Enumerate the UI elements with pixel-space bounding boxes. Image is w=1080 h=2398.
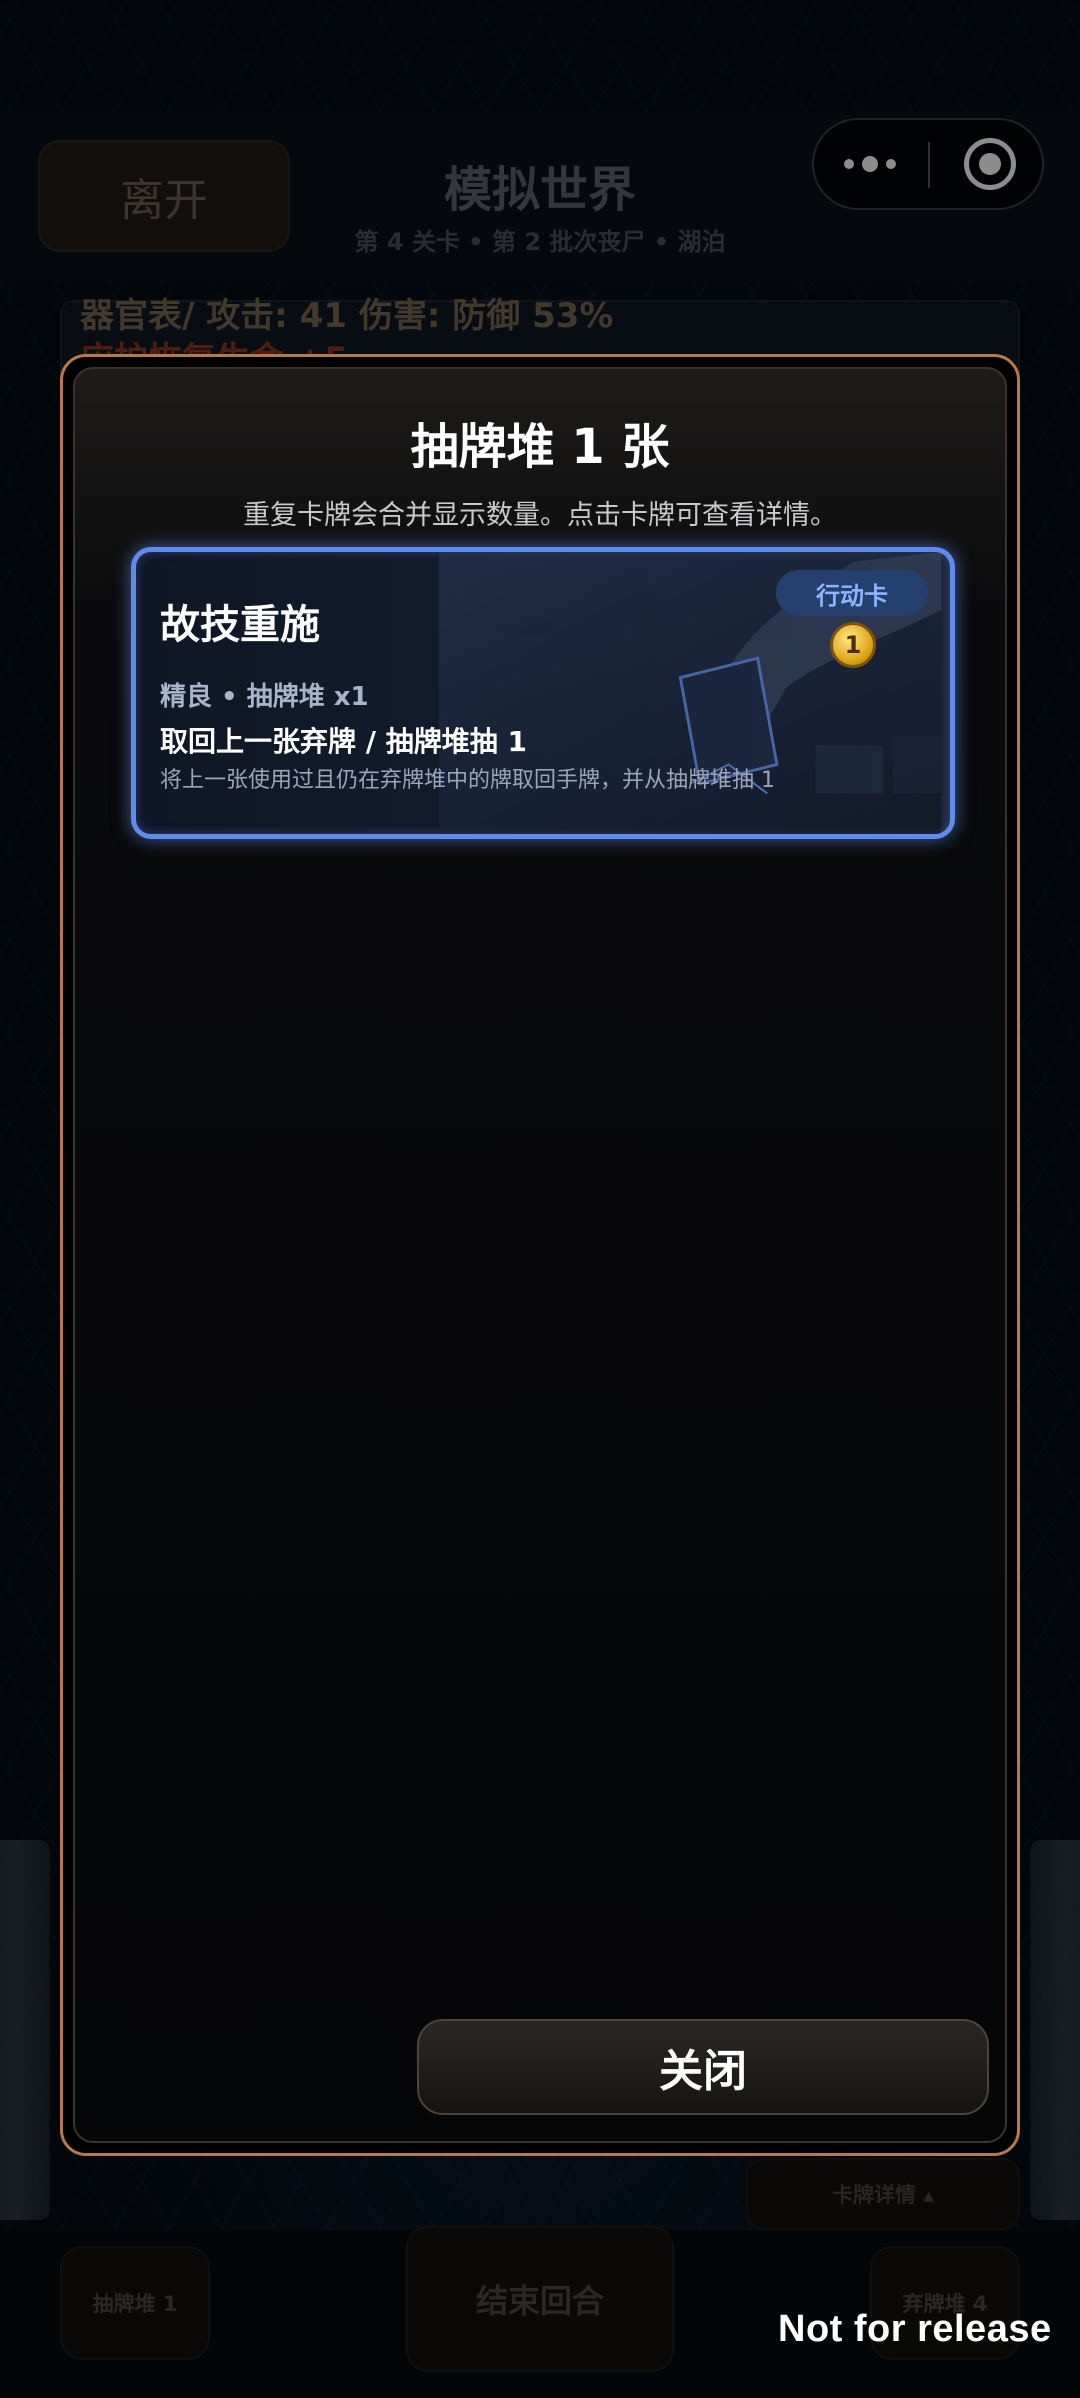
modal-hint: 重复卡牌会合并显示数量。点击卡牌可查看详情。	[243, 500, 837, 531]
modal-title: 抽牌堆 1 张	[410, 419, 670, 475]
card-name: 故技重施	[160, 602, 320, 648]
energy-cost-coin-icon: 1	[830, 622, 876, 668]
card-tile[interactable]: 故技重施 行动卡 1 精良 • 抽牌堆 x1 取回上一张弃牌 / 抽牌堆抽 1 …	[131, 547, 955, 839]
game-screen: 器官表/ 攻击: 41 伤害: 防御 53% 应护恢复生命 +5 离开 模拟世界…	[0, 0, 1080, 2398]
close-button[interactable]: 关闭	[417, 2019, 989, 2115]
card-effect-summary: 取回上一张弃牌 / 抽牌堆抽 1	[160, 725, 527, 758]
card-description: 将上一张使用过且仍在弃牌堆中的牌取回手牌，并从抽牌堆抽 1	[160, 768, 775, 793]
card-rarity-count: 精良 • 抽牌堆 x1	[160, 682, 369, 712]
watermark-text: Not for release	[778, 2308, 1052, 2350]
modal-body: 抽牌堆 1 张 重复卡牌会合并显示数量。点击卡牌可查看详情。 故技重施 行动卡 …	[73, 367, 1007, 2143]
draw-pile-modal: 抽牌堆 1 张 重复卡牌会合并显示数量。点击卡牌可查看详情。 故技重施 行动卡 …	[60, 354, 1020, 2156]
card-type-badge: 行动卡	[776, 570, 928, 616]
